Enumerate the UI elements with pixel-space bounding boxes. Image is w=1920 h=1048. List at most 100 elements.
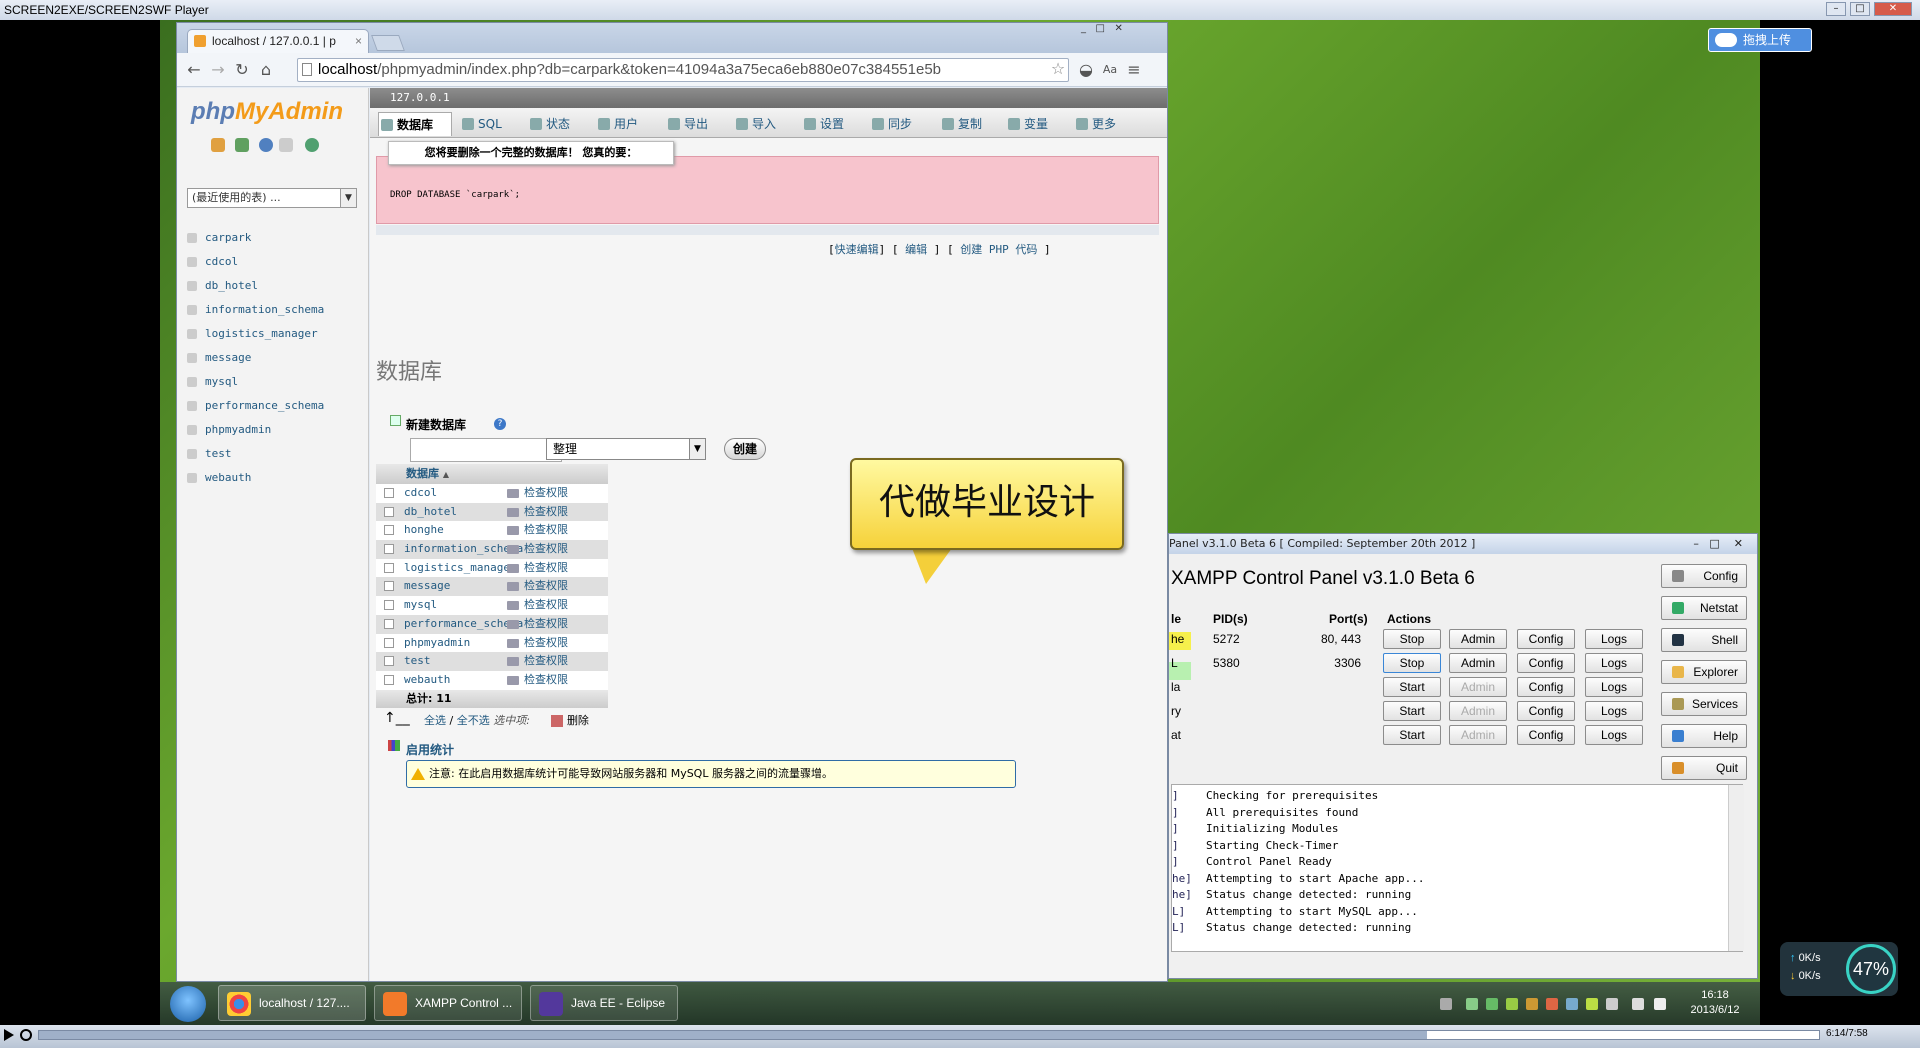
logs-button[interactable]: Logs	[1585, 653, 1643, 673]
tray-keyboard-icon[interactable]	[1440, 998, 1452, 1010]
forward-icon[interactable]: →	[207, 59, 229, 81]
start-button[interactable]	[170, 986, 206, 1022]
collation-select[interactable]: 整理 ▼	[546, 438, 706, 460]
start-button[interactable]: Start	[1383, 677, 1441, 697]
logs-button[interactable]: Logs	[1585, 677, 1643, 697]
docs-icon[interactable]	[279, 138, 293, 152]
logs-button[interactable]: Logs	[1585, 629, 1643, 649]
home-icon[interactable]: ⌂	[255, 59, 277, 81]
nav-db-item[interactable]: db_hotel	[187, 276, 357, 296]
db-name-link[interactable]: cdcol	[404, 484, 437, 502]
tray-app-icon[interactable]	[1606, 998, 1618, 1010]
server-breadcrumb[interactable]: 127.0.0.1	[370, 88, 1167, 108]
tab-3[interactable]: 用户	[596, 112, 654, 136]
stop-button[interactable]: Stop	[1383, 653, 1441, 673]
deselect-all-link[interactable]: 全不选	[457, 714, 490, 727]
check-privileges-link[interactable]: 检查权限	[524, 652, 568, 670]
tab-7[interactable]: 同步	[870, 112, 928, 136]
address-bar[interactable]: localhost/phpmyadmin/index.php?db=carpar…	[297, 58, 1069, 82]
logout-icon[interactable]	[235, 138, 249, 152]
home-icon[interactable]	[211, 138, 225, 152]
tab-9[interactable]: 变量	[1006, 112, 1062, 136]
recent-tables-select[interactable]: (最近使用的表) ... ▼	[187, 188, 357, 208]
browser-window-controls[interactable]: _ □ ✕	[1081, 23, 1123, 34]
tray-app-icon[interactable]	[1506, 998, 1518, 1010]
quick-edit-link[interactable]: 快速编辑	[835, 243, 879, 256]
check-privileges-link[interactable]: 检查权限	[524, 540, 568, 558]
row-checkbox[interactable]	[384, 506, 394, 517]
db-name-link[interactable]: information_schema	[404, 540, 523, 558]
log-scrollbar[interactable]	[1728, 785, 1744, 951]
tab-0[interactable]: 数据库	[378, 112, 452, 136]
row-checkbox[interactable]	[384, 656, 394, 667]
row-checkbox[interactable]	[384, 562, 394, 573]
reload-nav-icon[interactable]	[305, 138, 319, 152]
db-name-link[interactable]: webauth	[404, 671, 450, 689]
side-button-quit[interactable]: Quit	[1661, 756, 1747, 780]
side-button-shell[interactable]: Shell	[1661, 628, 1747, 652]
side-button-netstat[interactable]: Netstat	[1661, 596, 1747, 620]
config-button[interactable]: Config	[1517, 629, 1575, 649]
check-privileges-link[interactable]: 检查权限	[524, 634, 568, 652]
check-privileges-link[interactable]: 检查权限	[524, 503, 568, 521]
row-checkbox[interactable]	[384, 674, 394, 685]
extension-icon[interactable]: ◒	[1075, 59, 1097, 81]
stop-icon[interactable]	[20, 1029, 32, 1041]
check-privileges-link[interactable]: 检查权限	[524, 577, 568, 595]
play-icon[interactable]	[4, 1029, 14, 1041]
create-db-button[interactable]: 创建	[724, 438, 766, 460]
network-icon[interactable]	[1632, 998, 1644, 1010]
upload-button[interactable]: 拖拽上传	[1708, 28, 1812, 52]
tray-app-icon[interactable]	[1566, 998, 1578, 1010]
db-name-link[interactable]: logistics_manager	[404, 559, 517, 577]
admin-button[interactable]: Admin	[1449, 677, 1507, 697]
check-privileges-link[interactable]: 检查权限	[524, 521, 568, 539]
browser-tab[interactable]: localhost / 127.0.0.1 | p ×	[187, 29, 369, 53]
tab-close-icon[interactable]: ×	[355, 30, 362, 52]
side-button-explorer[interactable]: Explorer	[1661, 660, 1747, 684]
xampp-window-controls[interactable]: – □ ✕	[1693, 534, 1743, 554]
row-checkbox[interactable]	[384, 525, 394, 536]
check-privileges-link[interactable]: 检查权限	[524, 596, 568, 614]
stop-button[interactable]: Stop	[1383, 629, 1441, 649]
new-db-name-input[interactable]	[410, 438, 562, 462]
tab-4[interactable]: 导出	[666, 112, 722, 136]
row-checkbox[interactable]	[384, 637, 394, 648]
edit-link[interactable]: 编辑	[905, 243, 927, 256]
tab-5[interactable]: 导入	[734, 112, 790, 136]
volume-icon[interactable]	[1654, 998, 1666, 1010]
admin-button[interactable]: Admin	[1449, 629, 1507, 649]
admin-button[interactable]: Admin	[1449, 701, 1507, 721]
tab-6[interactable]: 设置	[802, 112, 858, 136]
translate-icon[interactable]: Aa	[1099, 59, 1121, 81]
row-checkbox[interactable]	[384, 581, 394, 592]
minimize-button[interactable]: –	[1826, 2, 1846, 16]
tray-app-icon[interactable]	[1526, 998, 1538, 1010]
help-icon[interactable]	[259, 138, 273, 152]
seek-bar[interactable]	[38, 1030, 1820, 1040]
side-button-config[interactable]: Config	[1661, 564, 1747, 588]
tab-8[interactable]: 复制	[940, 112, 994, 136]
start-button[interactable]: Start	[1383, 701, 1441, 721]
tray-app-icon[interactable]	[1466, 998, 1478, 1010]
bookmark-star-icon[interactable]: ☆	[1047, 58, 1069, 80]
select-all-link[interactable]: 全选	[424, 714, 446, 727]
config-button[interactable]: Config	[1517, 677, 1575, 697]
nav-db-item[interactable]: test	[187, 444, 357, 464]
row-checkbox[interactable]	[384, 618, 394, 629]
db-name-link[interactable]: mysql	[404, 596, 437, 614]
start-button[interactable]: Start	[1383, 725, 1441, 745]
check-privileges-link[interactable]: 检查权限	[524, 559, 568, 577]
config-button[interactable]: Config	[1517, 725, 1575, 745]
taskbar-chrome[interactable]: localhost / 127....	[218, 985, 366, 1021]
db-name-link[interactable]: db_hotel	[404, 503, 457, 521]
side-button-services[interactable]: Services	[1661, 692, 1747, 716]
pma-logo[interactable]: phpMyAdmin	[191, 98, 343, 126]
close-button[interactable]: ✕	[1874, 2, 1912, 16]
config-button[interactable]: Config	[1517, 701, 1575, 721]
nav-db-item[interactable]: cdcol	[187, 252, 357, 272]
create-php-link[interactable]: 创建 PHP 代码	[960, 243, 1037, 256]
tray-app-icon[interactable]	[1486, 998, 1498, 1010]
tray-app-icon[interactable]	[1586, 998, 1598, 1010]
enable-stats-link[interactable]: 启用统计	[406, 741, 454, 758]
